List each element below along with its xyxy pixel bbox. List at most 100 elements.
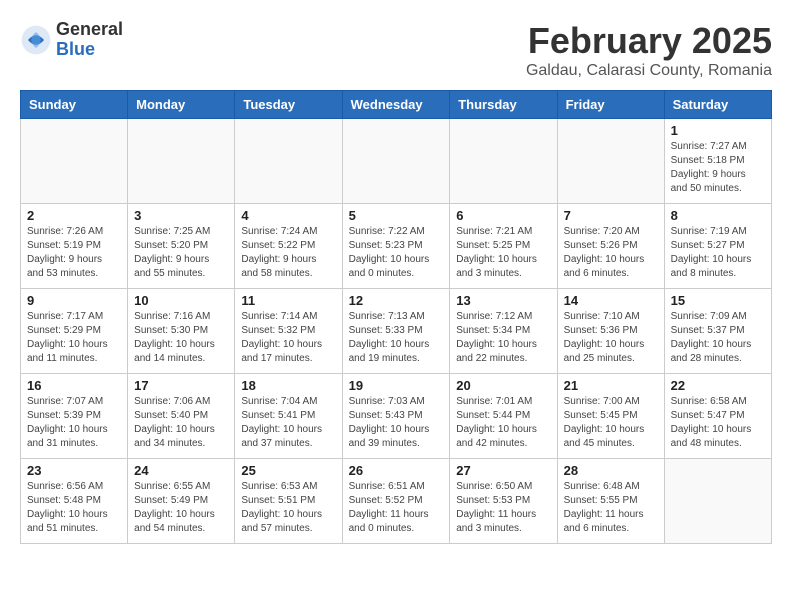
day-cell-8: 8Sunrise: 7:19 AM Sunset: 5:27 PM Daylig…: [664, 204, 771, 289]
day-number: 4: [241, 208, 335, 223]
weekday-header-row: SundayMondayTuesdayWednesdayThursdayFrid…: [21, 91, 772, 119]
day-cell-empty: [450, 119, 557, 204]
day-cell-empty: [128, 119, 235, 204]
day-info: Sunrise: 7:03 AM Sunset: 5:43 PM Dayligh…: [349, 395, 444, 451]
day-number: 20: [456, 378, 550, 393]
day-info: Sunrise: 7:10 AM Sunset: 5:36 PM Dayligh…: [564, 310, 658, 366]
day-cell-10: 10Sunrise: 7:16 AM Sunset: 5:30 PM Dayli…: [128, 289, 235, 374]
day-number: 27: [456, 463, 550, 478]
day-cell-9: 9 Sunrise: 7:17 AM Sunset: 5:29 PM Daylig…: [21, 289, 128, 374]
day-number: 5: [349, 208, 444, 223]
page-header: General Blue February 2025 Galdau, Calar…: [20, 20, 772, 80]
day-info: Sunrise: 7:14 AM Sunset: 5:32 PM Dayligh…: [241, 310, 335, 366]
day-info: Sunrise: 6:48 AM Sunset: 5:55 PM Dayligh…: [564, 480, 658, 536]
day-number: 15: [671, 293, 765, 308]
day-number: 6: [456, 208, 550, 223]
day-number: 13: [456, 293, 550, 308]
weekday-header-tuesday: Tuesday: [235, 91, 342, 119]
day-info: Sunrise: 7:12 AM Sunset: 5:34 PM Dayligh…: [456, 310, 550, 366]
week-row-0: 1 Sunrise: 7:27 AM Sunset: 5:18 PM Daylig…: [21, 119, 772, 204]
day-info: Sunrise: 7:21 AM Sunset: 5:25 PM Dayligh…: [456, 225, 550, 281]
day-cell-4: 4 Sunrise: 7:24 AM Sunset: 5:22 PM Daylig…: [235, 204, 342, 289]
day-cell-21: 21 Sunrise: 7:00 AM Sunset: 5:45 PM Dayli…: [557, 374, 664, 459]
logo-blue-text: Blue: [56, 40, 123, 60]
weekday-header-friday: Friday: [557, 91, 664, 119]
day-number: 7: [564, 208, 658, 223]
day-info: Sunrise: 7:16 AM Sunset: 5:30 PM Dayligh…: [134, 310, 228, 366]
day-cell-empty: [342, 119, 450, 204]
day-cell-28: 28 Sunrise: 6:48 AM Sunset: 5:55 PM Dayli…: [557, 459, 664, 544]
location-text: Galdau, Calarasi County, Romania: [526, 62, 772, 80]
week-row-4: 23 Sunrise: 6:56 AM Sunset: 5:48 PM Dayli…: [21, 459, 772, 544]
day-number: 19: [349, 378, 444, 393]
day-number: 21: [564, 378, 658, 393]
day-number: 2: [27, 208, 121, 223]
day-info: Sunrise: 7:25 AM Sunset: 5:20 PM Dayligh…: [134, 225, 228, 281]
day-info: Sunrise: 7:22 AM Sunset: 5:23 PM Dayligh…: [349, 225, 444, 281]
day-info: Sunrise: 7:00 AM Sunset: 5:45 PM Dayligh…: [564, 395, 658, 451]
day-cell-22: 22Sunrise: 6:58 AM Sunset: 5:47 PM Dayli…: [664, 374, 771, 459]
day-cell-27: 27 Sunrise: 6:50 AM Sunset: 5:53 PM Dayli…: [450, 459, 557, 544]
day-cell-empty: [235, 119, 342, 204]
day-cell-17: 17Sunrise: 7:06 AM Sunset: 5:40 PM Dayli…: [128, 374, 235, 459]
week-row-1: 2 Sunrise: 7:26 AM Sunset: 5:19 PM Daylig…: [21, 204, 772, 289]
day-info: Sunrise: 6:53 AM Sunset: 5:51 PM Dayligh…: [241, 480, 335, 536]
calendar-table: SundayMondayTuesdayWednesdayThursdayFrid…: [20, 90, 772, 544]
day-number: 26: [349, 463, 444, 478]
day-number: 24: [134, 463, 228, 478]
day-cell-12: 12Sunrise: 7:13 AM Sunset: 5:33 PM Dayli…: [342, 289, 450, 374]
week-row-2: 9 Sunrise: 7:17 AM Sunset: 5:29 PM Daylig…: [21, 289, 772, 374]
day-cell-20: 20 Sunrise: 7:01 AM Sunset: 5:44 PM Dayli…: [450, 374, 557, 459]
day-cell-1: 1 Sunrise: 7:27 AM Sunset: 5:18 PM Daylig…: [664, 119, 771, 204]
day-cell-empty: [557, 119, 664, 204]
day-number: 22: [671, 378, 765, 393]
day-cell-3: 3 Sunrise: 7:25 AM Sunset: 5:20 PM Daylig…: [128, 204, 235, 289]
day-number: 23: [27, 463, 121, 478]
day-number: 18: [241, 378, 335, 393]
day-cell-25: 25 Sunrise: 6:53 AM Sunset: 5:51 PM Dayli…: [235, 459, 342, 544]
day-cell-7: 7 Sunrise: 7:20 AM Sunset: 5:26 PM Daylig…: [557, 204, 664, 289]
day-info: Sunrise: 7:26 AM Sunset: 5:19 PM Dayligh…: [27, 225, 121, 281]
day-number: 3: [134, 208, 228, 223]
title-block: February 2025 Galdau, Calarasi County, R…: [526, 20, 772, 80]
day-info: Sunrise: 6:56 AM Sunset: 5:48 PM Dayligh…: [27, 480, 121, 536]
weekday-header-saturday: Saturday: [664, 91, 771, 119]
weekday-header-monday: Monday: [128, 91, 235, 119]
day-number: 1: [671, 123, 765, 138]
weekday-header-thursday: Thursday: [450, 91, 557, 119]
day-info: Sunrise: 7:24 AM Sunset: 5:22 PM Dayligh…: [241, 225, 335, 281]
day-info: Sunrise: 7:27 AM Sunset: 5:18 PM Dayligh…: [671, 140, 765, 196]
day-cell-23: 23 Sunrise: 6:56 AM Sunset: 5:48 PM Dayli…: [21, 459, 128, 544]
day-number: 16: [27, 378, 121, 393]
day-info: Sunrise: 6:51 AM Sunset: 5:52 PM Dayligh…: [349, 480, 444, 536]
day-cell-19: 19 Sunrise: 7:03 AM Sunset: 5:43 PM Dayli…: [342, 374, 450, 459]
day-number: 14: [564, 293, 658, 308]
day-number: 25: [241, 463, 335, 478]
day-number: 9: [27, 293, 121, 308]
day-cell-14: 14 Sunrise: 7:10 AM Sunset: 5:36 PM Dayli…: [557, 289, 664, 374]
logo-general-text: General: [56, 20, 123, 40]
day-cell-11: 11 Sunrise: 7:14 AM Sunset: 5:32 PM Dayli…: [235, 289, 342, 374]
logo: General Blue: [20, 20, 123, 60]
day-cell-13: 13 Sunrise: 7:12 AM Sunset: 5:34 PM Dayli…: [450, 289, 557, 374]
day-cell-18: 18 Sunrise: 7:04 AM Sunset: 5:41 PM Dayli…: [235, 374, 342, 459]
day-info: Sunrise: 7:17 AM Sunset: 5:29 PM Dayligh…: [27, 310, 121, 366]
day-info: Sunrise: 7:01 AM Sunset: 5:44 PM Dayligh…: [456, 395, 550, 451]
day-info: Sunrise: 7:04 AM Sunset: 5:41 PM Dayligh…: [241, 395, 335, 451]
month-title: February 2025: [526, 20, 772, 62]
day-info: Sunrise: 7:20 AM Sunset: 5:26 PM Dayligh…: [564, 225, 658, 281]
weekday-header-wednesday: Wednesday: [342, 91, 450, 119]
day-number: 11: [241, 293, 335, 308]
day-info: Sunrise: 7:07 AM Sunset: 5:39 PM Dayligh…: [27, 395, 121, 451]
day-number: 28: [564, 463, 658, 478]
day-number: 17: [134, 378, 228, 393]
day-number: 12: [349, 293, 444, 308]
day-cell-6: 6 Sunrise: 7:21 AM Sunset: 5:25 PM Daylig…: [450, 204, 557, 289]
day-info: Sunrise: 7:09 AM Sunset: 5:37 PM Dayligh…: [671, 310, 765, 366]
day-cell-16: 16 Sunrise: 7:07 AM Sunset: 5:39 PM Dayli…: [21, 374, 128, 459]
day-cell-24: 24Sunrise: 6:55 AM Sunset: 5:49 PM Dayli…: [128, 459, 235, 544]
day-number: 8: [671, 208, 765, 223]
day-cell-empty: [21, 119, 128, 204]
day-info: Sunrise: 6:50 AM Sunset: 5:53 PM Dayligh…: [456, 480, 550, 536]
day-cell-2: 2 Sunrise: 7:26 AM Sunset: 5:19 PM Daylig…: [21, 204, 128, 289]
